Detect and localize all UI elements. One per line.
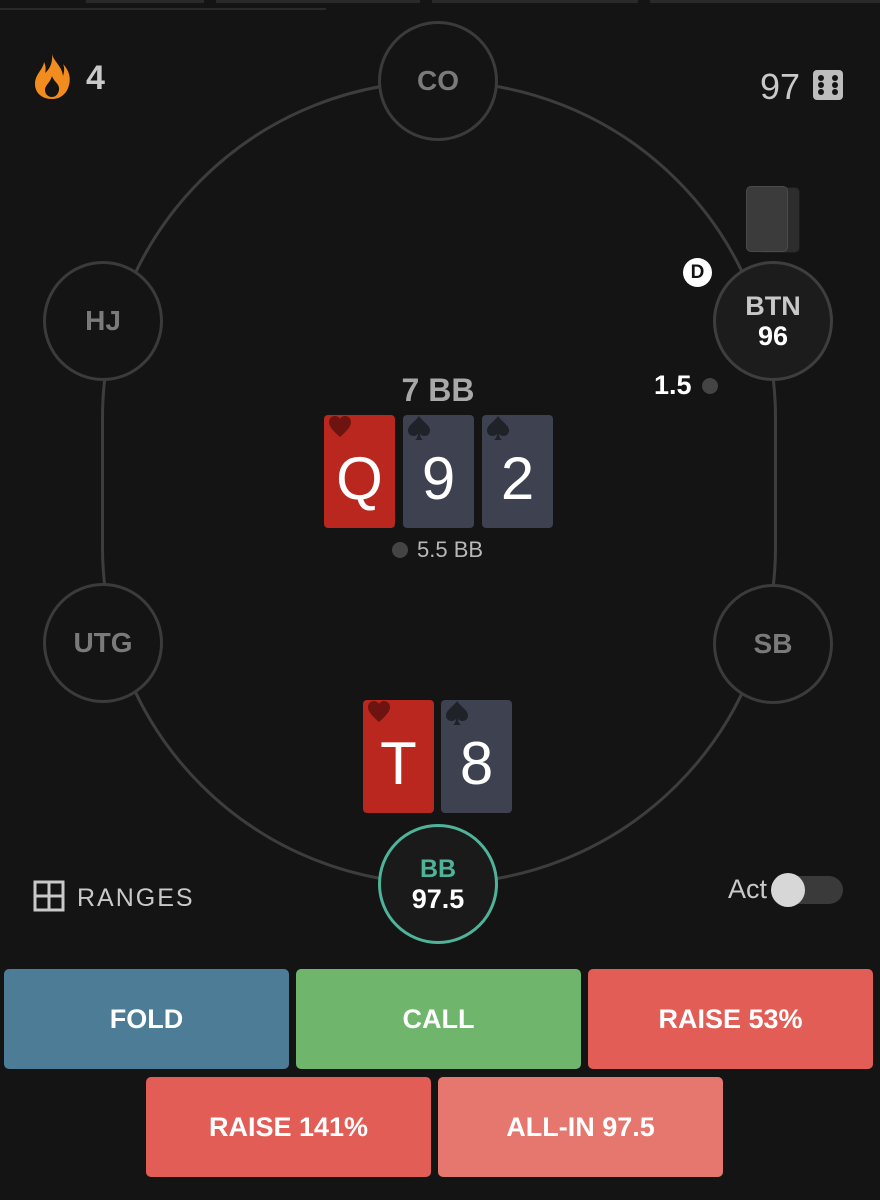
hero-card: T <box>363 700 434 813</box>
streak-counter: 4 <box>32 52 105 105</box>
card-back <box>746 186 788 252</box>
board-card: 9 <box>403 415 474 528</box>
dealer-button: D <box>683 258 712 287</box>
act-label: Act <box>728 874 768 904</box>
seat-stack: 96 <box>757 321 789 351</box>
hero-hole-cards: T 8 <box>363 700 512 813</box>
tab-indicator <box>650 0 880 3</box>
raise-141-button[interactable]: RAISE 141% <box>146 1077 431 1177</box>
all-in-button[interactable]: ALL-IN 97.5 <box>438 1077 723 1177</box>
tab-indicator <box>432 0 638 3</box>
bet-amount: 1.5 <box>654 370 692 400</box>
fire-icon <box>32 52 72 105</box>
chip-icon <box>392 542 408 558</box>
tab-indicator <box>86 0 204 3</box>
hero-card: 8 <box>441 700 512 813</box>
hands-count: 97 <box>759 66 800 107</box>
card-rank: 9 <box>421 445 456 512</box>
villain-hole-cards <box>746 186 800 253</box>
ranges-button[interactable]: RANGES <box>33 880 195 917</box>
board-card: 2 <box>482 415 553 528</box>
board-card: Q <box>324 415 395 528</box>
seat-hj[interactable]: HJ <box>43 261 163 381</box>
spade-icon <box>445 700 469 726</box>
chip-icon <box>701 377 718 394</box>
dice-icon <box>812 69 844 106</box>
streak-count: 4 <box>86 59 105 97</box>
heart-icon <box>367 700 391 726</box>
board-cards: Q 9 2 <box>324 415 553 528</box>
seat-label: CO <box>417 65 459 96</box>
hands-counter[interactable]: 97 <box>760 66 844 108</box>
toggle-knob <box>771 872 806 907</box>
seat-btn[interactable]: BTN 96 <box>713 261 833 381</box>
card-rank: 2 <box>500 445 535 512</box>
top-tab-strip <box>0 0 880 16</box>
fold-button[interactable]: FOLD <box>4 969 289 1069</box>
seat-label: UTG <box>73 627 133 658</box>
pot-chips: 5.5 BB <box>392 537 483 563</box>
spade-icon <box>407 415 431 441</box>
seat-label: BTN <box>745 291 801 321</box>
seat-utg[interactable]: UTG <box>43 583 163 703</box>
pot-chips-amount: 5.5 BB <box>417 537 484 562</box>
card-rank: 8 <box>459 730 494 797</box>
ranges-label: RANGES <box>77 884 195 912</box>
raise-53-button[interactable]: RAISE 53% <box>588 969 873 1069</box>
heart-icon <box>328 415 352 441</box>
seat-bb-hero[interactable]: BB 97.5 <box>378 824 498 944</box>
seat-co[interactable]: CO <box>378 21 498 141</box>
seat-sb[interactable]: SB <box>713 584 833 704</box>
spade-icon <box>486 415 510 441</box>
card-rank: Q <box>336 445 383 512</box>
act-toggle-group: Act <box>728 872 844 907</box>
pot-size: 7 BB <box>401 372 475 408</box>
btn-bet: 1.5 <box>654 370 718 401</box>
progress-line <box>0 8 326 10</box>
seat-label: BB <box>419 855 457 883</box>
act-toggle[interactable] <box>771 872 844 907</box>
seat-label: HJ <box>85 305 121 336</box>
seat-label: SB <box>753 628 793 659</box>
call-button[interactable]: CALL <box>296 969 581 1069</box>
grid-icon <box>33 880 65 917</box>
card-rank: T <box>380 730 417 797</box>
seat-stack: 97.5 <box>411 884 465 914</box>
tab-indicator <box>216 0 420 3</box>
